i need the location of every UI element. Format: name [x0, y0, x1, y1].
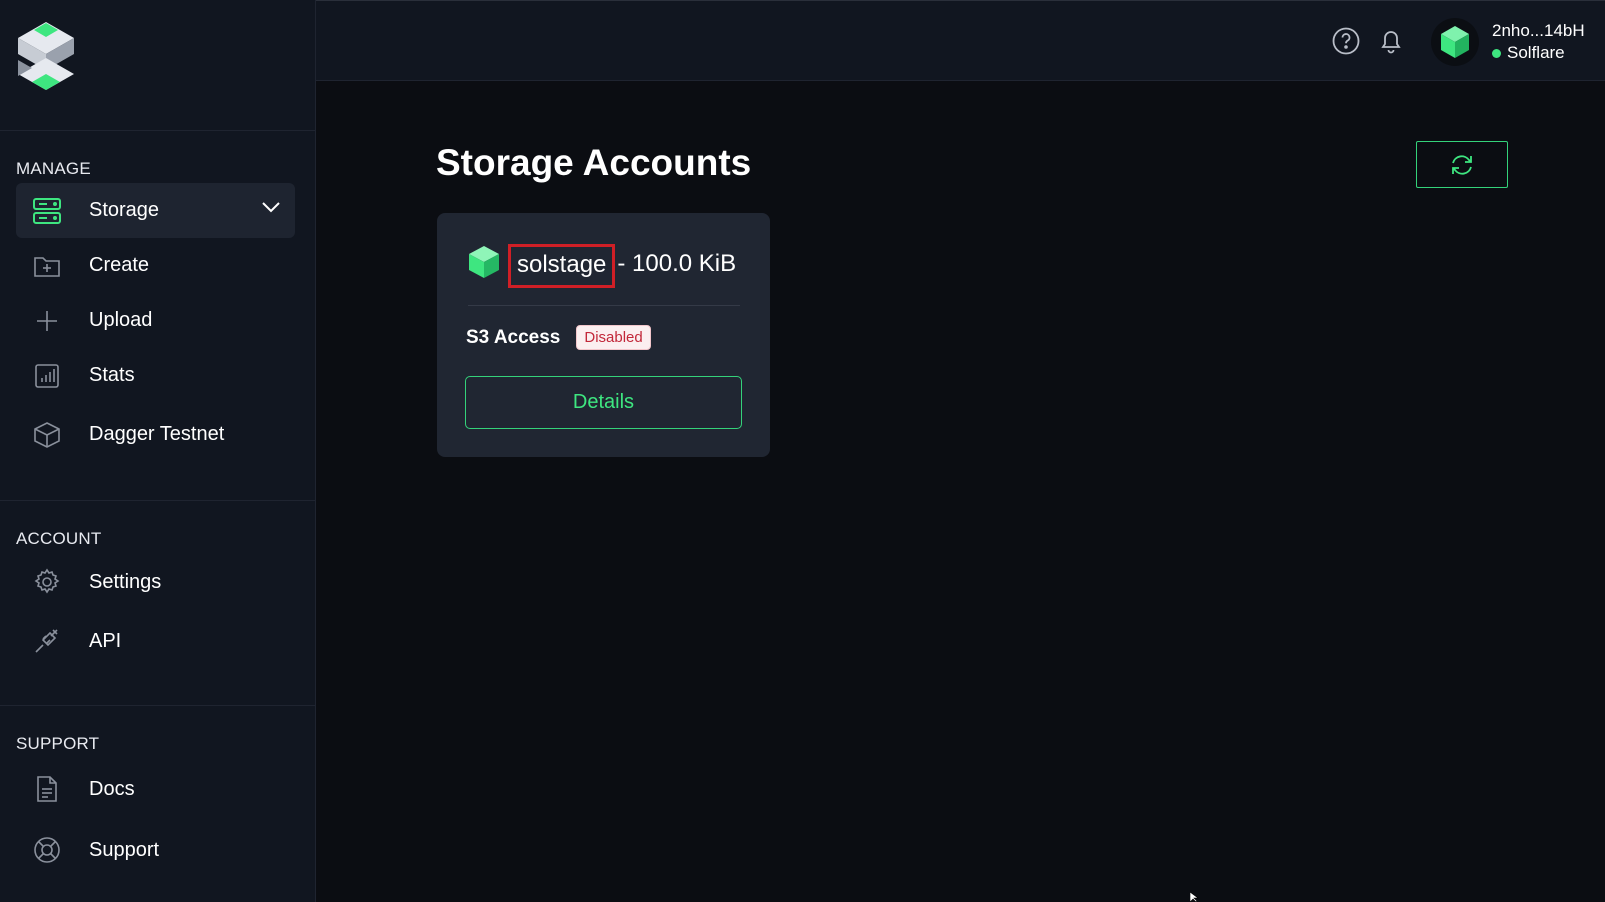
s3-access-row: S3 Access Disabled: [466, 325, 651, 350]
s3-access-label: S3 Access: [466, 326, 561, 348]
page-title: Storage Accounts: [436, 142, 752, 183]
sidebar-item-api-label: API: [89, 629, 122, 652]
chevron-down-icon[interactable]: [261, 200, 281, 219]
sidebar-item-dagger-testnet[interactable]: Dagger Testnet: [16, 403, 295, 466]
sidebar-item-settings[interactable]: Settings: [16, 553, 295, 611]
wallet-provider-label: Solflare: [1507, 43, 1565, 62]
lifebuoy-icon: [32, 835, 62, 865]
sidebar-item-docs[interactable]: Docs: [16, 758, 295, 820]
plus-icon: [32, 306, 62, 336]
refresh-button[interactable]: [1416, 141, 1508, 188]
sidebar-item-storage[interactable]: Storage: [16, 183, 295, 238]
sidebar-item-create[interactable]: Create: [16, 238, 295, 293]
bell-icon[interactable]: [1376, 26, 1406, 56]
sidebar-item-storage-label: Storage: [89, 199, 160, 221]
app-logo-icon[interactable]: [14, 20, 78, 92]
help-icon[interactable]: [1331, 26, 1361, 56]
bar-chart-icon: [32, 361, 62, 391]
sidebar-item-upload-label: Upload: [89, 309, 153, 331]
refresh-icon: [1452, 154, 1472, 175]
account-section: ACCOUNT Settings API: [0, 500, 315, 671]
document-icon: [32, 774, 62, 804]
sidebar-item-settings-label: Settings: [89, 570, 162, 593]
sidebar-item-support[interactable]: Support: [16, 820, 295, 880]
account-name[interactable]: solstage: [508, 244, 616, 288]
wallet-avatar[interactable]: [1431, 18, 1479, 66]
sidebar-item-stats[interactable]: Stats: [16, 348, 295, 403]
sidebar-item-support-label: Support: [89, 838, 160, 861]
account-cube-icon: [469, 246, 499, 278]
section-label-manage: MANAGE: [16, 159, 91, 178]
card-header: solstage - 100.0 KiB: [468, 244, 740, 306]
wallet-address[interactable]: 2nho...14bH: [1492, 21, 1585, 41]
sidebar-item-api[interactable]: API: [16, 611, 295, 671]
sidebar-item-upload[interactable]: Upload: [16, 293, 295, 348]
gear-icon: [32, 567, 62, 597]
support-section: SUPPORT Docs Support: [0, 705, 315, 880]
sidebar-item-dagger-label: Dagger Testnet: [89, 423, 225, 445]
storage-icon: [32, 196, 62, 226]
logo-area: [0, 0, 315, 131]
wallet-avatar-icon: [1441, 26, 1469, 58]
manage-section: MANAGE Storage Create Upload Stats Dagge…: [0, 131, 315, 466]
mouse-cursor-icon: [1190, 892, 1199, 902]
section-label-support: SUPPORT: [16, 734, 100, 753]
details-button[interactable]: Details: [465, 376, 742, 429]
app-root: MANAGE Storage Create Upload Stats Dagge…: [0, 0, 1605, 902]
folder-plus-icon: [32, 251, 62, 281]
storage-account-card: solstage - 100.0 KiB S3 Access Disabled …: [437, 213, 770, 457]
sidebar-item-stats-label: Stats: [89, 364, 135, 386]
cube-icon: [32, 420, 62, 450]
sidebar-item-create-label: Create: [89, 254, 150, 276]
wallet-provider: Solflare: [1492, 43, 1565, 63]
section-label-account: ACCOUNT: [16, 529, 102, 548]
top-bar: 2nho...14bH Solflare: [316, 0, 1605, 81]
sidebar-item-docs-label: Docs: [89, 777, 135, 800]
status-badge: Disabled: [576, 325, 651, 350]
plug-icon: [32, 626, 62, 656]
account-size: - 100.0 KiB: [617, 250, 737, 277]
sidebar: MANAGE Storage Create Upload Stats Dagge…: [0, 0, 316, 902]
status-dot: [1492, 48, 1501, 58]
